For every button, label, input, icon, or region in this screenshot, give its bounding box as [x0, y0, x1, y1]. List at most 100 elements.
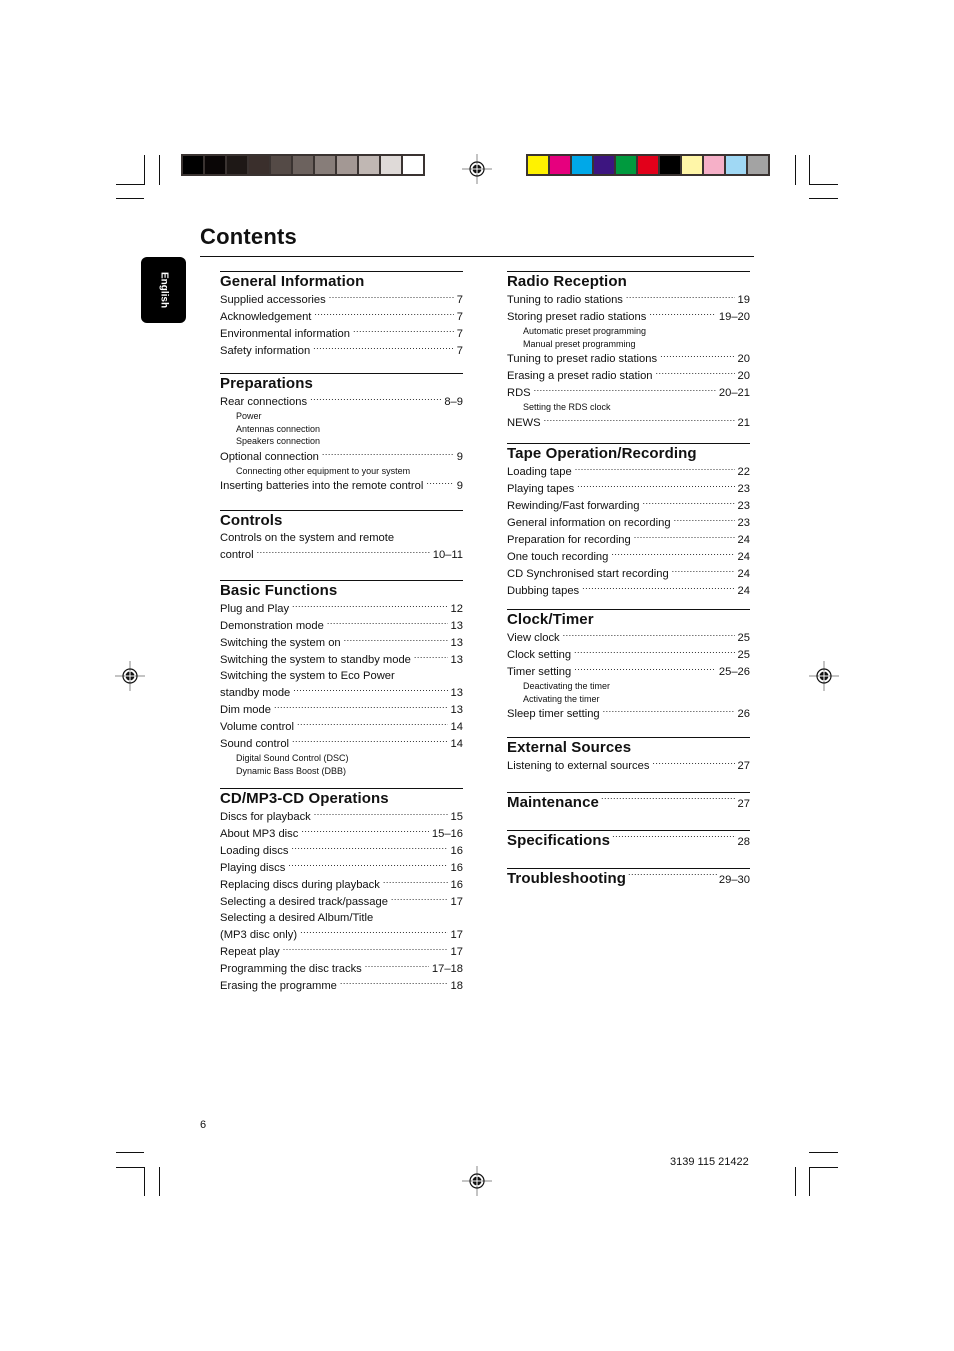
toc-entry[interactable]: Optional connection 9	[220, 448, 463, 465]
toc-entry[interactable]: Tuning to radio stations 19	[507, 291, 750, 308]
section-divider	[507, 271, 750, 272]
toc-entry[interactable]: Switching the system on 13	[220, 634, 463, 651]
toc-entry[interactable]: Listening to external sources 27	[507, 757, 750, 774]
entry-label: Listening to external sources	[507, 760, 650, 772]
dot-leader	[563, 629, 735, 641]
toc-subentry: Power	[236, 411, 262, 421]
crop-mark	[809, 1152, 838, 1153]
entry-label: Inserting batteries into the remote cont…	[220, 480, 424, 492]
entry-label: Playing discs	[220, 862, 286, 874]
toc-entry[interactable]: Discs for playback 15	[220, 808, 463, 825]
toc-entry[interactable]: Inserting batteries into the remote cont…	[220, 477, 463, 494]
toc-entry[interactable]: Tuning to preset radio stations 20	[507, 350, 750, 367]
toc-entry[interactable]: Rear connections 8–9	[220, 393, 463, 410]
toc-entry[interactable]: Playing tapes 23	[507, 480, 750, 497]
toc-entry[interactable]: RDS 20–21	[507, 384, 750, 401]
toc-entry[interactable]: About MP3 disc 15–16	[220, 825, 463, 842]
dot-leader	[353, 325, 454, 337]
entry-page-number: 17	[450, 929, 463, 941]
toc-entry[interactable]: Storing preset radio stations 19–20	[507, 308, 750, 325]
toc-entry[interactable]: Rewinding/Fast forwarding 23	[507, 497, 750, 514]
toc-section: Preparations Rear connections 8–9 Power Ante…	[220, 373, 463, 494]
toc-entry[interactable]: Environmental information 7	[220, 325, 463, 342]
toc-entry[interactable]: General information on recording 23	[507, 514, 750, 531]
toc-entry[interactable]: Repeat play 17	[220, 943, 463, 960]
color-calibration-bar	[526, 154, 770, 176]
toc-entry[interactable]: Demonstration mode 13	[220, 617, 463, 634]
crop-mark	[159, 155, 160, 185]
toc-entry-line[interactable]: Switching the system to Eco Power	[220, 668, 463, 684]
toc-entry[interactable]: Erasing a preset radio station 20	[507, 367, 750, 384]
dot-leader	[656, 367, 735, 379]
section-divider	[507, 737, 750, 738]
toc-heading-entry[interactable]: Troubleshooting 29–30	[507, 870, 750, 888]
entry-page-number: 24	[737, 534, 750, 546]
toc-entry-line[interactable]: Selecting a desired Album/Title	[220, 910, 463, 926]
entry-label: Safety information	[220, 345, 311, 357]
entry-label: control	[220, 549, 254, 561]
toc-entry[interactable]: Plug and Play 12	[220, 600, 463, 617]
entry-label: Tuning to preset radio stations	[507, 353, 658, 365]
entry-page-number: 23	[737, 500, 750, 512]
toc-entry[interactable]: Clock setting 25	[507, 646, 750, 663]
toc-entry[interactable]: Safety information 7	[220, 342, 463, 359]
toc-entry[interactable]: Preparation for recording 24	[507, 531, 750, 548]
toc-entry[interactable]: CD Synchronised start recording 24	[507, 565, 750, 582]
toc-subentry: Connecting other equipment to your syste…	[236, 465, 411, 476]
toc-entry[interactable]: Switching the system to standby mode 13	[220, 651, 463, 668]
toc-entry[interactable]: Erasing the programme 18	[220, 977, 463, 994]
crop-mark	[144, 155, 145, 185]
entry-page-number: 9	[456, 450, 463, 463]
entry-label: Rear connections	[220, 396, 308, 408]
toc-entry[interactable]: Replacing discs during playback 16	[220, 876, 463, 893]
toc-section: External Sources Listening to external so…	[507, 737, 750, 774]
dot-leader	[344, 634, 448, 646]
toc-entry[interactable]: Volume control 14	[220, 718, 463, 735]
toc-entry[interactable]: NEWS 21	[507, 414, 750, 431]
entry-label: Loading discs	[220, 845, 289, 857]
dot-leader	[283, 943, 448, 955]
toc-section: CD/MP3-CD Operations Discs for playback 15…	[220, 788, 463, 994]
toc-entry[interactable]: Selecting a desired track/passage 17	[220, 893, 463, 910]
color-swatch	[594, 156, 614, 174]
toc-entry[interactable]: Dim mode 13	[220, 701, 463, 718]
toc-entry[interactable]: One touch recording 24	[507, 548, 750, 565]
crop-mark	[795, 1167, 796, 1196]
toc-entry[interactable]: Programming the disc tracks 17–18	[220, 960, 463, 977]
entry-page-number: 16	[450, 862, 463, 874]
entry-label: Environmental information	[220, 328, 350, 340]
dot-leader	[626, 291, 735, 303]
toc-entry[interactable]: Loading tape 22	[507, 463, 750, 480]
entry-page-number: 16	[450, 879, 463, 891]
entry-label: Optional connection	[220, 450, 319, 463]
section-divider	[507, 830, 750, 831]
color-swatch	[293, 156, 313, 174]
toc-entry[interactable]: Supplied accessories 7	[220, 291, 463, 308]
toc-heading-entry[interactable]: Specifications 28	[507, 832, 750, 850]
toc-entry[interactable]: Timer setting 25–26	[507, 663, 750, 680]
toc-entry[interactable]: Acknowledgement 7	[220, 308, 463, 325]
toc-entry[interactable]: View clock 25	[507, 629, 750, 646]
color-swatch	[572, 156, 592, 174]
toc-entry[interactable]: Sound control 14	[220, 735, 463, 752]
toc-entry[interactable]: Loading discs 16	[220, 842, 463, 859]
page-title: Contents	[200, 224, 297, 249]
toc-entry[interactable]: Playing discs 16	[220, 859, 463, 876]
toc-entry[interactable]: standby mode 13	[220, 684, 463, 701]
color-swatch	[271, 156, 291, 174]
toc-entry[interactable]: control 10–11	[220, 546, 463, 563]
toc-entry-line[interactable]: Controls on the system and remote	[220, 530, 463, 546]
entry-page-number: 8–9	[444, 396, 463, 408]
entry-label: Replacing discs during playback	[220, 879, 380, 891]
color-swatch	[337, 156, 357, 174]
color-swatch	[550, 156, 570, 174]
toc-heading-entry[interactable]: Maintenance 27	[507, 794, 750, 812]
toc-entry[interactable]: (MP3 disc only) 17	[220, 926, 463, 943]
entry-label: Switching the system on	[220, 637, 341, 649]
crop-mark	[159, 1167, 160, 1196]
toc-entry[interactable]: Sleep timer setting 26	[507, 705, 750, 722]
toc-section: Tape Operation/Recording Loading tape 22 Pl…	[507, 443, 750, 599]
entry-page-number: 25	[737, 632, 750, 644]
section-heading: Specifications	[507, 832, 611, 849]
toc-entry[interactable]: Dubbing tapes 24	[507, 582, 750, 599]
